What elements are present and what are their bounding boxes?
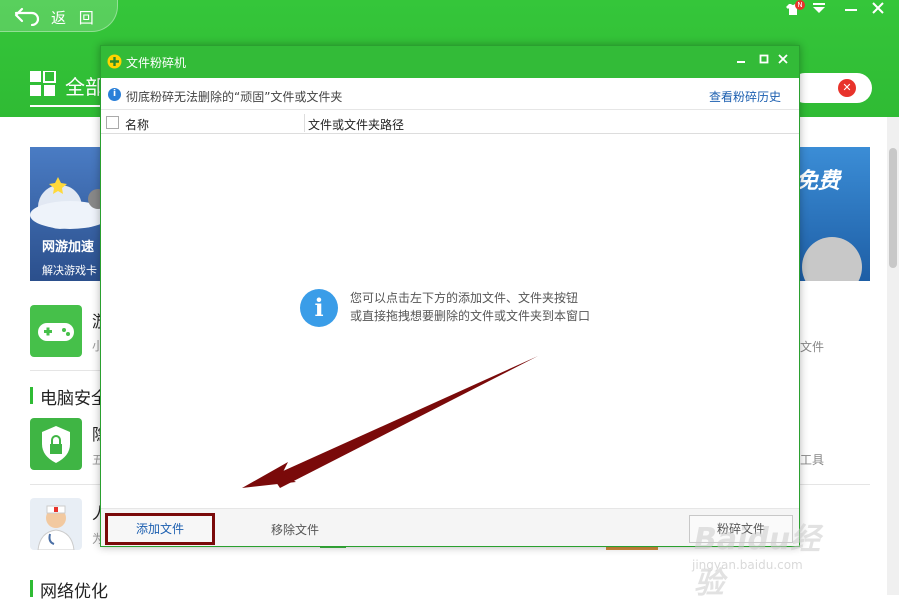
baidu-watermark: Baidu经验 jingyan.baidu.com	[690, 512, 850, 601]
annotation-arrow-icon	[242, 356, 538, 488]
watermark-url: jingyan.baidu.com	[692, 558, 803, 572]
